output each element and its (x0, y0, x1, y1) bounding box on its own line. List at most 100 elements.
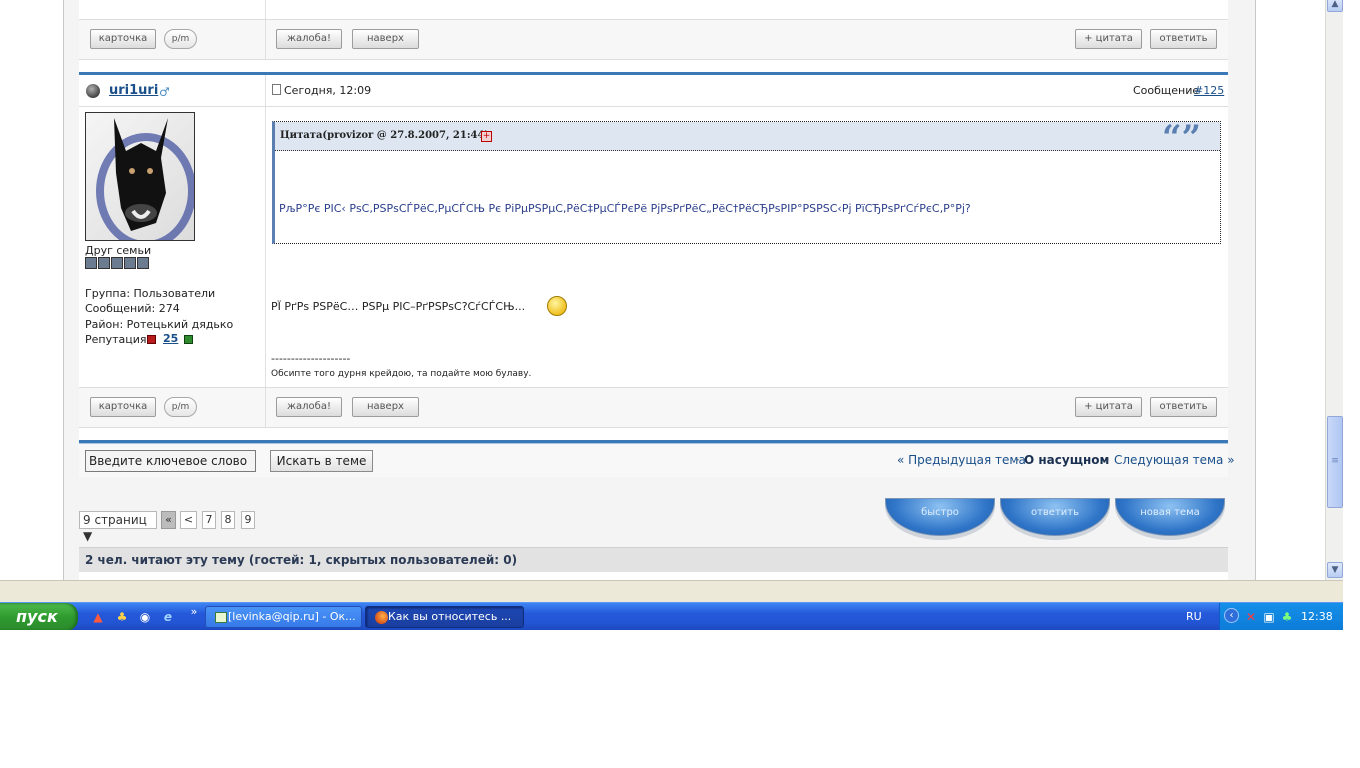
add-reply-label: ответить (1030, 507, 1080, 518)
language-indicator[interactable]: RU (1186, 610, 1202, 623)
new-topic-button[interactable]: новая тема (1115, 498, 1225, 540)
network-icon[interactable]: ♣ (114, 609, 130, 625)
rank-pip-icon (111, 257, 123, 269)
top-button[interactable]: наверх (352, 397, 419, 417)
screen: карточка p/m жалоба! наверх + цитата отв… (0, 0, 1343, 630)
nav-dot: · (1106, 453, 1110, 467)
quicklaunch-chevron-icon[interactable]: » (186, 604, 202, 620)
forum-table: карточка p/m жалоба! наверх + цитата отв… (79, 0, 1235, 580)
nav-dot: · (1016, 453, 1020, 467)
tray-mail-icon[interactable]: ✕ (1243, 609, 1259, 625)
system-tray: ‹ ✕ ▣ ♣ 12:38 (1219, 603, 1343, 630)
offline-status-icon (86, 84, 100, 98)
page-9[interactable]: 9 (241, 511, 255, 529)
quote-button[interactable]: + цитата (1075, 397, 1142, 417)
reputation-value[interactable]: 25 (163, 332, 178, 345)
post-header: uri1uri ♂ Сегодня, 12:09 Сообщение #125 (79, 75, 1228, 107)
signature-separator: -------------------- (271, 352, 351, 365)
post-icon (272, 84, 281, 95)
card-button[interactable]: карточка (90, 397, 156, 417)
quote-header: Цитата(provizor @ 27.8.2007, 21:44) + “” (275, 118, 1220, 158)
reputation-label: Репутация: (85, 333, 151, 346)
message-label: Сообщение (1133, 84, 1200, 97)
user-district: Район: Ротецький дядько (85, 318, 234, 331)
task-qip[interactable]: [levinka@qip.ru] - Ок... (205, 606, 362, 628)
rank-pips (85, 257, 150, 272)
readers-bar: 2 чел. читают эту тему (гостей: 1, скрыт… (79, 547, 1228, 572)
post-header-left (79, 75, 266, 106)
pages-dropdown[interactable]: 9 страниц ▼ (79, 511, 157, 543)
quote-marks-icon: “” (1162, 118, 1202, 158)
task-firefox[interactable]: Как вы относитесь ... (365, 606, 524, 628)
signature-text: Обсипте того дурня крейдою, та подайте м… (271, 369, 532, 379)
scroll-thumb[interactable]: ≡ (1327, 416, 1343, 508)
start-button[interactable]: пуск (0, 603, 78, 630)
search-input[interactable]: Введите ключевое слово (85, 450, 256, 472)
quote-button[interactable]: + цитата (1075, 29, 1142, 49)
tray-expand-icon[interactable]: ‹ (1224, 608, 1239, 623)
vertical-scrollbar[interactable]: ▲ ≡ ▼ (1325, 0, 1343, 580)
complaint-button[interactable]: жалоба! (276, 397, 342, 417)
first-page-button[interactable]: « (161, 511, 176, 529)
reputation-minus-icon[interactable] (147, 335, 156, 344)
qip-icon (215, 612, 227, 623)
user-title: Друг семьи (85, 244, 152, 257)
message-number-link[interactable]: #125 (1194, 84, 1224, 97)
dog-avatar-image (96, 118, 194, 240)
fast-reply-button[interactable]: быстро (885, 498, 995, 540)
rank-pip-icon (98, 257, 110, 269)
top-button[interactable]: наверх (352, 29, 419, 49)
ie-icon[interactable]: e (160, 609, 176, 625)
post-footer: карточка p/m жалоба! наверх + цитата отв… (79, 388, 1228, 428)
readers-text: 2 чел. читают эту тему (гостей: 1, скрыт… (85, 553, 518, 567)
browser-viewport: карточка p/m жалоба! наверх + цитата отв… (0, 0, 1325, 580)
prev-topic-link[interactable]: « Предыдущая тема (897, 453, 1026, 467)
firefox-icon (375, 611, 388, 624)
username-link[interactable]: uri1uri (109, 83, 158, 98)
media-player-icon[interactable]: ◉ (137, 609, 153, 625)
reputation-plus-icon[interactable] (184, 335, 193, 344)
quote-link-icon[interactable]: + (481, 131, 492, 142)
user-posts: Сообщений: 274 (85, 302, 180, 315)
quote-title: Цитата(provizor @ 27.8.2007, 21:44) (280, 130, 490, 141)
reply-button[interactable]: ответить (1150, 29, 1217, 49)
rank-pip-icon (124, 257, 136, 269)
prev-post-body (79, 0, 1228, 20)
card-button[interactable]: карточка (90, 29, 156, 49)
scroll-down-icon[interactable]: ▼ (1327, 562, 1343, 578)
prev-post-footer: карточка p/m жалоба! наверх + цитата отв… (79, 20, 1228, 60)
clock: 12:38 (1301, 610, 1333, 623)
task-firefox-label: Как вы относитесь ... (388, 610, 512, 623)
next-topic-link[interactable]: Следующая тема » (1114, 453, 1235, 467)
tray-qip-icon[interactable]: ♣ (1279, 609, 1295, 625)
avatar (85, 112, 195, 241)
antivirus-icon[interactable]: ▲ (90, 609, 106, 625)
post-date: Сегодня, 12:09 (284, 84, 372, 97)
topic-search-bar: Введите ключевое слово Искать в теме « П… (79, 444, 1235, 477)
scroll-up-icon[interactable]: ▲ (1327, 0, 1343, 12)
rank-pip-icon (85, 257, 97, 269)
user-group: Группа: Пользователи (85, 287, 216, 300)
reply-button[interactable]: ответить (1150, 397, 1217, 417)
post-body: Друг семьи Группа: Пользователи Сообщени… (79, 107, 1228, 388)
add-reply-button[interactable]: ответить (1000, 498, 1110, 540)
tray-network-icon[interactable]: ▣ (1261, 609, 1277, 625)
fast-reply-label: быстро (921, 507, 959, 518)
laughing-smiley-icon (547, 296, 567, 316)
page-7[interactable]: 7 (202, 511, 216, 529)
quote-text: РљР°Рє РІС‹ РѕС‚РЅРѕСЃРёС‚РµСЃСЊ Рє РіРµ… (279, 202, 971, 215)
prev-post-left-col (79, 0, 266, 19)
pm-button[interactable]: p/m (164, 29, 197, 49)
start-label: пуск (16, 607, 58, 626)
search-topic-button[interactable]: Искать в теме (270, 450, 373, 472)
page-8[interactable]: 8 (221, 511, 235, 529)
taskbar: пуск ▲ ♣ ◉ e » [levinka@qip.ru] - Ок... … (0, 602, 1343, 630)
post-text: РЇ РґРѕ РЅРёС… РЅРµ РІС–РґРЅРѕС?СѓСЃСЊ..… (271, 300, 526, 313)
current-topic: О насущном (1024, 453, 1110, 467)
rank-pip-icon (137, 257, 149, 269)
new-topic-label: новая тема (1140, 507, 1200, 518)
prev-page-button[interactable]: < (180, 511, 197, 529)
quote-block: Цитата(provizor @ 27.8.2007, 21:44) + “”… (272, 118, 1221, 244)
complaint-button[interactable]: жалоба! (276, 29, 342, 49)
pm-button[interactable]: p/m (164, 397, 197, 417)
